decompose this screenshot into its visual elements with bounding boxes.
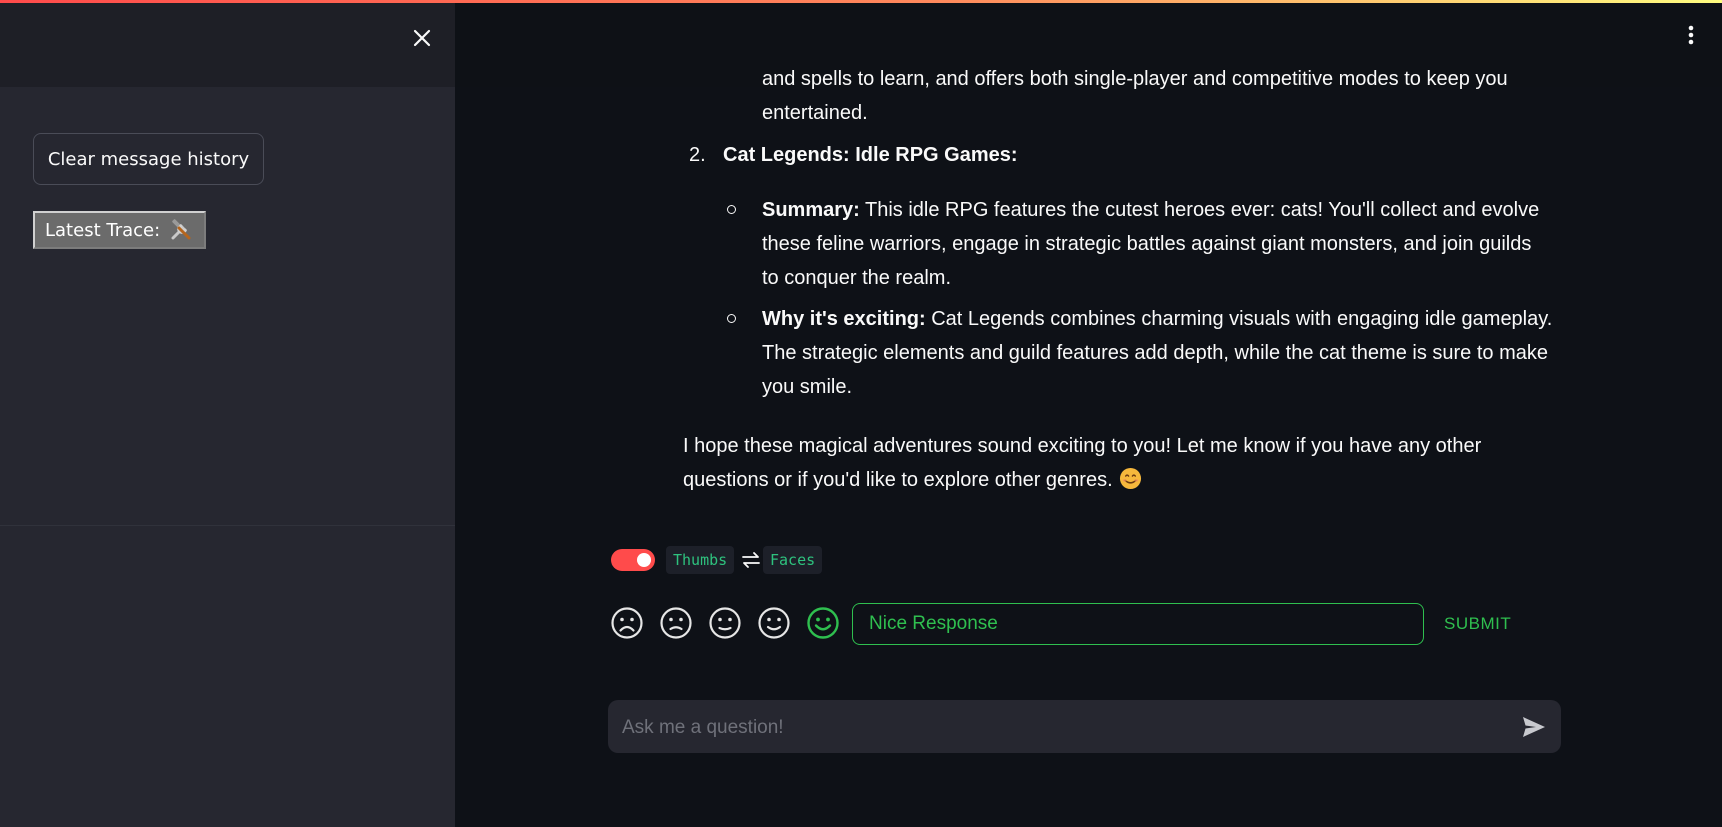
clear-message-history-button[interactable]: Clear message history (33, 133, 264, 185)
neutral-face-icon[interactable] (708, 606, 742, 640)
list-item-number: 2. (689, 144, 706, 166)
vertical-ellipsis-icon[interactable] (1678, 20, 1704, 50)
swap-arrows-icon (740, 549, 762, 571)
feedback-text-input[interactable] (852, 603, 1424, 645)
sidebar-divider (0, 525, 455, 526)
list-item-title: Cat Legends: Idle RPG Games: (723, 144, 1018, 166)
send-icon[interactable] (1520, 713, 1548, 741)
tools-icon (168, 217, 194, 243)
chat-input-bar (608, 700, 1561, 755)
why-line: Why it's exciting: Cat Legends combines … (762, 302, 1552, 336)
why-text: Cat Legends combines charming visuals wi… (925, 308, 1553, 330)
smiling-face-emoji (1119, 467, 1142, 490)
summary-line: to conquer the realm. (762, 267, 951, 289)
sidebar: Clear message history Latest Trace: (0, 0, 455, 827)
latest-trace-button[interactable]: Latest Trace: (33, 211, 207, 249)
top-decoration-stripe (0, 0, 1722, 3)
submit-button[interactable]: SUBMIT (1436, 609, 1519, 639)
frowning-face-icon[interactable] (610, 606, 644, 640)
closing-line: questions or if you'd like to explore ot… (683, 463, 1142, 497)
why-line: you smile. (762, 376, 853, 398)
bullet-marker (727, 205, 736, 214)
latest-trace-label: Latest Trace: (45, 219, 161, 241)
smiling-face-icon[interactable] (806, 606, 840, 640)
message-text-line: and spells to learn, and offers both sin… (762, 68, 1508, 90)
why-line: The strategic elements and guild feature… (762, 342, 1548, 364)
slightly-smiling-face-icon[interactable] (757, 606, 791, 640)
why-label: Why it's exciting: (762, 308, 926, 330)
bullet-marker (727, 314, 736, 323)
close-icon[interactable] (408, 24, 436, 52)
message-text-line: entertained. (762, 102, 868, 124)
faces-label: Faces (763, 546, 823, 574)
feedback-type-toggle[interactable] (611, 549, 655, 571)
summary-line: these feline warriors, engage in strateg… (762, 233, 1532, 255)
chat-input[interactable] (620, 700, 1484, 755)
toggle-knob (637, 553, 651, 567)
closing-text: questions or if you'd like to explore ot… (683, 469, 1113, 491)
sidebar-header (0, 3, 455, 87)
summary-label: Summary: (762, 199, 860, 221)
summary-text: This idle RPG features the cutest heroes… (859, 199, 1540, 221)
thumbs-label: Thumbs (666, 546, 735, 574)
slightly-frowning-face-icon[interactable] (659, 606, 693, 640)
closing-line: I hope these magical adventures sound ex… (683, 435, 1482, 457)
summary-line: Summary: This idle RPG features the cute… (762, 193, 1539, 227)
